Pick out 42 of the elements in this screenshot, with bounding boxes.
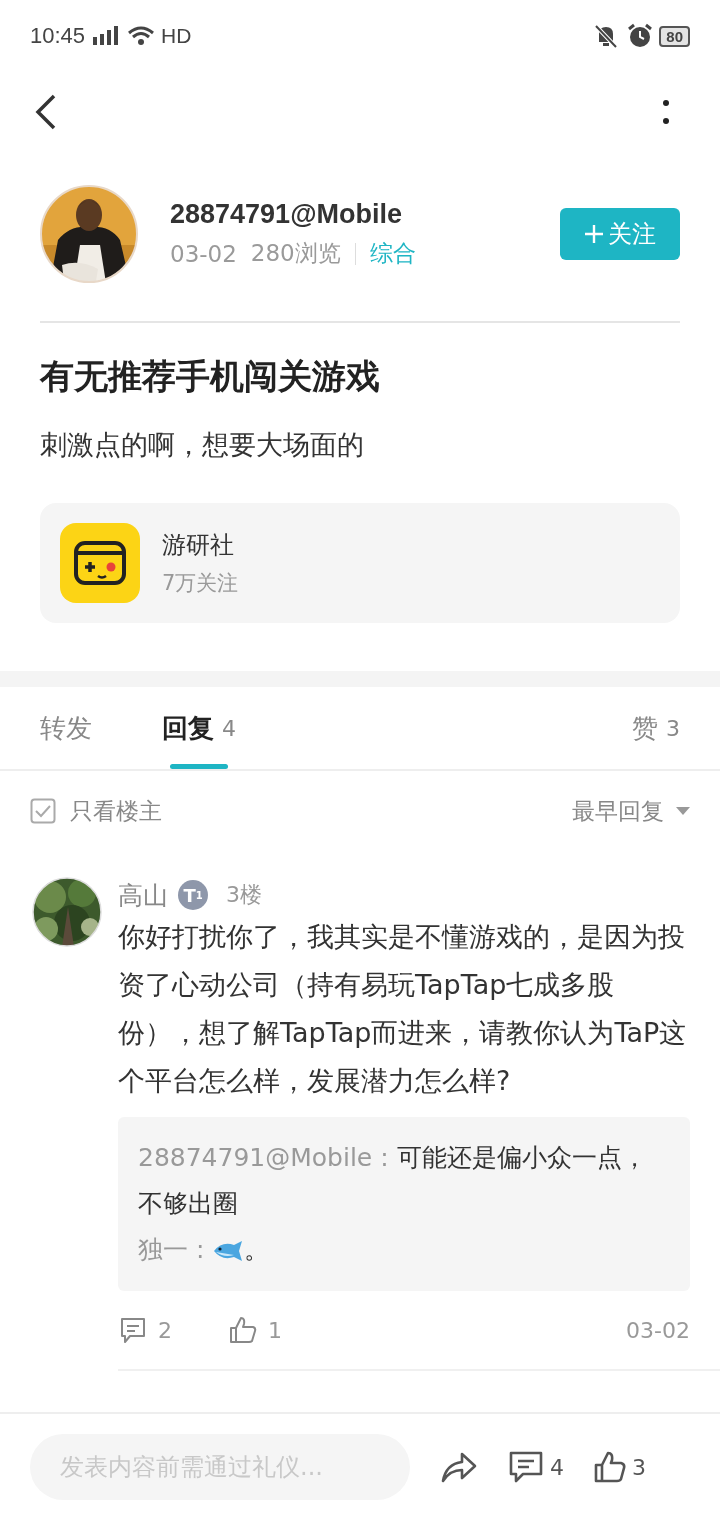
fish-icon: [212, 1240, 245, 1262]
clock-time: 10:45: [30, 23, 86, 49]
thumbs-up-icon: [594, 1450, 626, 1484]
gamepad-logo-icon: [60, 523, 140, 603]
like-button[interactable]: 3: [594, 1450, 646, 1484]
follow-button[interactable]: 关注: [560, 208, 680, 260]
network-label: HD: [161, 24, 192, 48]
only-author-checkbox[interactable]: 只看楼主: [30, 795, 162, 827]
category-link[interactable]: 综合: [369, 238, 416, 269]
thumbs-up-icon: [228, 1315, 258, 1345]
community-name: 游研社: [162, 530, 235, 561]
back-icon[interactable]: [34, 93, 58, 131]
reply-text: 28874791@Mobile : 可能还是偏小众一点，不够出圈: [138, 1142, 648, 1220]
commenter-name[interactable]: 高山: [118, 878, 168, 912]
tab[interactable]: 回复 4: [162, 687, 236, 769]
follower-count: 7万关注: [162, 570, 239, 597]
tab[interactable]: 赞 3: [632, 687, 680, 769]
post-body: 刺激点的啊，想要大场面的: [40, 428, 365, 462]
tab[interactable]: 转发: [40, 687, 92, 769]
more-icon[interactable]: [662, 99, 670, 125]
post-date: 03-02: [170, 240, 237, 267]
floor-number: 3楼: [226, 881, 262, 909]
battery-indicator: 80: [659, 25, 690, 47]
sort-dropdown[interactable]: 最早回复: [572, 795, 690, 827]
view-count: 280浏览: [250, 239, 341, 268]
reply-count-button[interactable]: 2: [118, 1315, 172, 1345]
plus-icon: [584, 224, 604, 244]
reply-text: 独一 : 。: [138, 1234, 271, 1266]
community-card[interactable]: 游研社 7万关注: [40, 503, 680, 623]
post-title: 有无推荐手机闯关游戏: [40, 355, 381, 398]
share-icon[interactable]: [440, 1450, 478, 1484]
comment-text: 你好打扰你了，我其实是不懂游戏的，是因为投资了心动公司（持有易玩TapTap七成多股份），想了解TapTap而进来，请教你认为TaP这个平台怎么样，发展潜力怎么样?: [118, 920, 688, 1098]
alarm-icon: [627, 23, 654, 49]
comments-button[interactable]: 4: [508, 1450, 564, 1484]
wifi-icon: [127, 25, 156, 47]
comment-icon: [508, 1450, 544, 1484]
author-name[interactable]: 28874791@Mobile: [170, 199, 560, 230]
comment-icon: [118, 1315, 148, 1345]
replies-panel[interactable]: 28874791@Mobile : 可能还是偏小众一点，不够出圈 独一 : 。: [118, 1117, 690, 1291]
comment-date: 03-02: [626, 1317, 690, 1343]
like-button[interactable]: 1: [228, 1315, 282, 1345]
caret-icon: [676, 807, 690, 815]
